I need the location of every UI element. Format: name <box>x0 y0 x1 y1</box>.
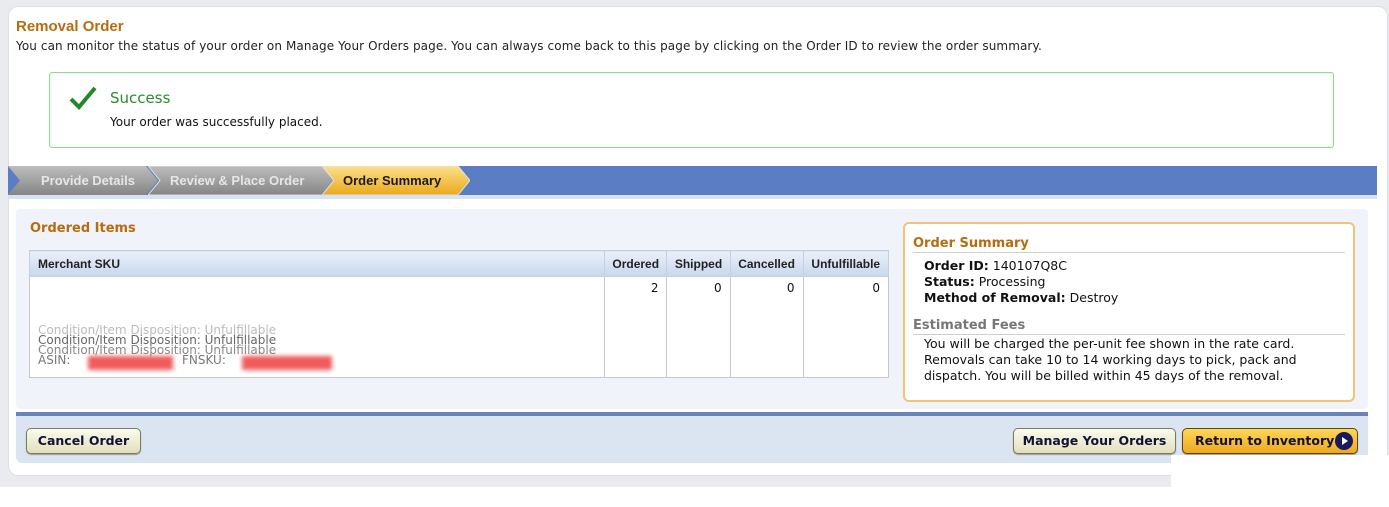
order-id-value: 140107Q8C <box>992 258 1067 273</box>
ordered-value: 2 <box>603 276 668 378</box>
step-label: Order Summary <box>343 173 442 188</box>
checkmark-icon <box>69 86 97 110</box>
divider <box>913 334 1345 335</box>
step-order-summary: Order Summary <box>322 166 470 195</box>
order-summary-panel: Order Summary Order ID: 140107Q8C Status… <box>903 222 1355 402</box>
cancelled-value: 0 <box>729 276 804 378</box>
order-id-label: Order ID: <box>924 258 989 273</box>
table-row: Condition/Item Disposition: Unfulfillabl… <box>29 276 890 378</box>
progress-underline <box>8 195 1377 199</box>
order-summary-title: Order Summary <box>913 236 1029 251</box>
column-header-cancelled[interactable]: Cancelled <box>729 250 804 277</box>
progress-steps: Provide Details Review & Place Order Ord… <box>8 166 1377 195</box>
return-to-inventory-label: Return to Inventory <box>1195 433 1335 448</box>
arrow-right-icon <box>1335 432 1353 450</box>
ordered-items-title: Ordered Items <box>30 221 136 236</box>
success-message: Your order was successfully placed. <box>110 115 323 129</box>
success-title: Success <box>110 89 171 107</box>
method-value: Destroy <box>1069 290 1119 305</box>
status-value: Processing <box>978 274 1046 289</box>
method-row: Method of Removal: Destroy <box>924 290 1118 305</box>
step-review-place-order: Review & Place Order <box>148 166 336 195</box>
step-label: Review & Place Order <box>170 173 305 188</box>
sku-line: Condition/Item Disposition: Unfulfillabl… <box>38 343 277 357</box>
ordered-items-table: Merchant SKU Ordered Shipped Cancelled U… <box>29 250 890 378</box>
order-id-row: Order ID: 140107Q8C <box>924 258 1067 273</box>
unfulfillable-value: 0 <box>802 276 890 378</box>
page-title: Removal Order <box>16 18 124 35</box>
sku-fnsku-label: FNSKU: <box>182 353 226 367</box>
sku-asin-label: ASIN: <box>38 353 71 367</box>
column-header-unfulfillable[interactable]: Unfulfillable <box>802 250 890 277</box>
column-header-shipped[interactable]: Shipped <box>666 250 731 277</box>
return-to-inventory-button[interactable]: Return to Inventory <box>1182 428 1358 454</box>
step-provide-details: Provide Details <box>8 166 158 195</box>
success-alert: Success Your order was successfully plac… <box>49 72 1334 148</box>
method-label: Method of Removal: <box>924 290 1066 305</box>
intro-text: You can monitor the status of your order… <box>16 39 1042 53</box>
status-label: Status: <box>924 274 975 289</box>
estimated-fees-text: You will be charged the per-unit fee sho… <box>924 336 1297 383</box>
column-header-ordered[interactable]: Ordered <box>603 250 668 277</box>
status-row: Status: Processing <box>924 274 1045 289</box>
sku-cell: Condition/Item Disposition: Unfulfillabl… <box>29 276 605 378</box>
manage-your-orders-button[interactable]: Manage Your Orders <box>1013 428 1176 454</box>
shipped-value: 0 <box>666 276 731 378</box>
cancel-order-button[interactable]: Cancel Order <box>26 428 141 454</box>
redaction-fnsku <box>242 356 332 370</box>
column-header-merchant-sku[interactable]: Merchant SKU <box>29 250 605 277</box>
estimated-fees-title: Estimated Fees <box>913 318 1026 333</box>
overlay-artifact <box>1171 455 1389 507</box>
redaction-asin <box>88 356 173 370</box>
step-label: Provide Details <box>41 173 135 188</box>
divider <box>913 252 1345 253</box>
